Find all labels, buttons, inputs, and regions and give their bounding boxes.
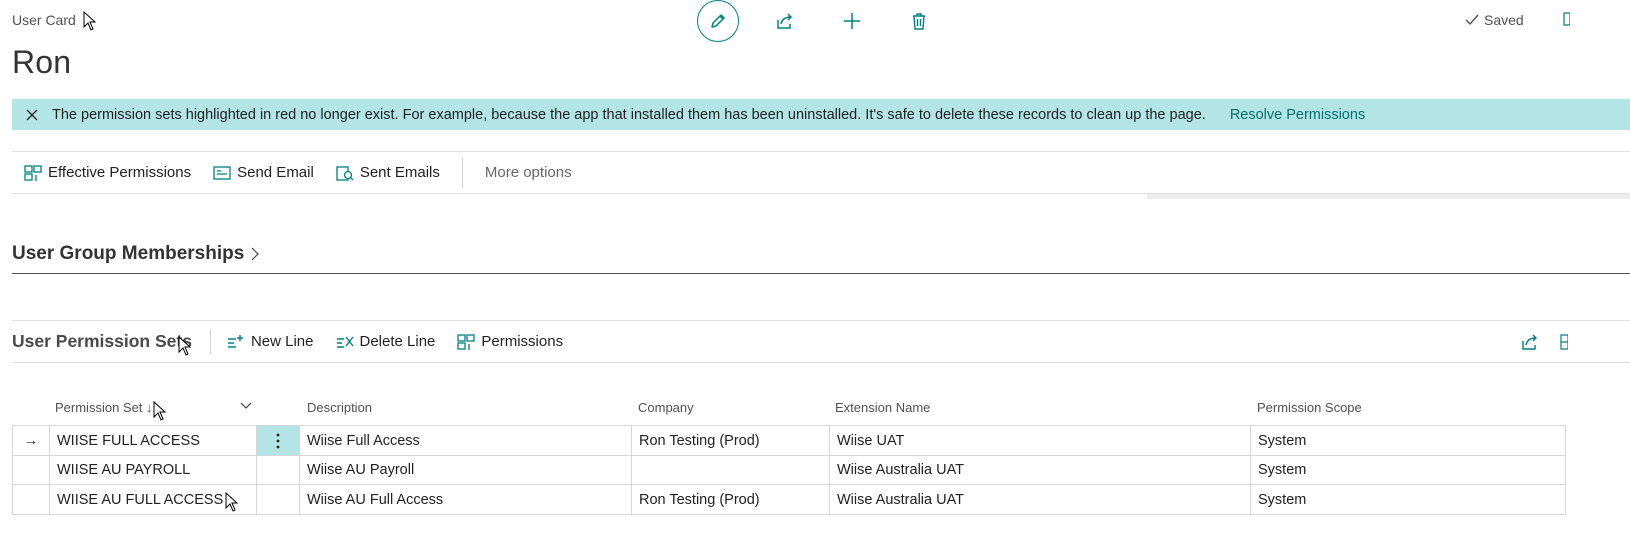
- column-permission-scope[interactable]: Permission Scope: [1257, 400, 1362, 415]
- sent-emails-icon: [336, 165, 354, 181]
- share-icon: [777, 13, 793, 29]
- dismiss-button[interactable]: [12, 109, 52, 121]
- extension-name-cell: Wiise Australia UAT: [829, 455, 1250, 485]
- breadcrumb[interactable]: User Card: [12, 12, 76, 28]
- close-icon: [26, 109, 38, 120]
- share-icon[interactable]: [1520, 333, 1540, 351]
- banner-message: The permission sets highlighted in red n…: [52, 106, 1206, 123]
- user-permission-sets-title[interactable]: User Permission Sets: [12, 331, 192, 352]
- permissions-button[interactable]: Permissions: [457, 333, 563, 351]
- trash-icon: [913, 13, 925, 30]
- new-button[interactable]: [841, 10, 863, 32]
- company-cell: Ron Testing (Prod): [631, 426, 829, 456]
- permission-scope-cell: System: [1250, 485, 1566, 515]
- table-row[interactable]: WIISE AU FULL ACCESS Wiise AU Full Acces…: [12, 485, 1566, 515]
- mouse-cursor-icon: [153, 401, 167, 421]
- saved-label: Saved: [1484, 12, 1524, 28]
- chevron-down-icon[interactable]: [240, 402, 252, 410]
- expand-icon[interactable]: [1560, 12, 1570, 26]
- permission-scope-cell: System: [1250, 455, 1566, 485]
- company-cell: [631, 455, 829, 485]
- extension-name-cell: Wiise UAT: [829, 426, 1250, 456]
- action-bar: Effective Permissions Send Email Sent Em…: [12, 151, 1630, 194]
- column-extension-name[interactable]: Extension Name: [835, 400, 930, 415]
- column-permission-set[interactable]: Permission Set ↓: [55, 400, 153, 415]
- user-group-memberships-header[interactable]: User Group Memberships: [12, 243, 260, 265]
- section-title: User Group Memberships: [12, 243, 245, 264]
- plus-icon: [844, 13, 860, 29]
- effective-permissions-button[interactable]: Effective Permissions: [24, 164, 191, 182]
- share-button[interactable]: [774, 10, 796, 32]
- section-divider: [12, 273, 1630, 274]
- kebab-menu-icon: [276, 433, 280, 448]
- table-row[interactable]: → WIISE FULL ACCESS Wiise Full Access Ro…: [12, 425, 1566, 456]
- pencil-icon: [711, 14, 725, 28]
- delete-button[interactable]: [908, 10, 930, 32]
- new-line-label: New Line: [250, 333, 314, 350]
- saved-status: Saved: [1464, 12, 1524, 28]
- delete-line-icon: [336, 336, 354, 348]
- notification-banner: The permission sets highlighted in red n…: [12, 99, 1630, 130]
- email-icon: [213, 165, 231, 180]
- new-line-button[interactable]: New Line: [227, 333, 314, 350]
- description-cell: Wiise AU Payroll: [299, 455, 631, 485]
- page-title: Ron: [12, 44, 72, 80]
- column-description[interactable]: Description: [307, 400, 372, 415]
- permissions-label: Permissions: [481, 333, 564, 350]
- horizontal-scrollbar[interactable]: [1147, 194, 1630, 199]
- permission-sets-toolbar: User Permission Sets New Line Delete Lin…: [12, 320, 1630, 363]
- resolve-permissions-link[interactable]: Resolve Permissions: [1230, 107, 1365, 123]
- divider: [461, 157, 463, 188]
- more-options-button[interactable]: More options: [485, 164, 572, 181]
- extension-name-cell: Wiise Australia UAT: [829, 485, 1250, 515]
- sort-desc-icon: ↓: [146, 400, 153, 415]
- permission-set-cell[interactable]: WIISE FULL ACCESS: [49, 426, 256, 456]
- row-actions-cell[interactable]: [256, 455, 299, 485]
- row-indicator: [12, 485, 49, 515]
- company-cell: Ron Testing (Prod): [631, 485, 829, 515]
- row-indicator: [12, 455, 49, 485]
- table-row[interactable]: WIISE AU PAYROLL Wiise AU Payroll Wiise …: [12, 455, 1566, 485]
- new-line-icon: [227, 334, 243, 348]
- divider: [209, 329, 211, 354]
- row-indicator: →: [12, 426, 49, 456]
- sent-emails-label: Sent Emails: [359, 164, 440, 181]
- description-cell: Wiise Full Access: [299, 426, 631, 456]
- checkmark-icon: [1465, 14, 1479, 26]
- row-actions-button[interactable]: [256, 426, 299, 456]
- effective-permissions-label: Effective Permissions: [48, 164, 192, 181]
- expand-icon[interactable]: [1558, 334, 1568, 350]
- permissions-icon: [24, 164, 42, 181]
- mouse-cursor-icon: [178, 336, 192, 356]
- sent-emails-button[interactable]: Sent Emails: [336, 164, 440, 182]
- table-header: Permission Set ↓ Description Company Ext…: [12, 396, 1630, 422]
- mouse-cursor-icon: [83, 11, 97, 31]
- send-email-label: Send Email: [237, 164, 314, 181]
- column-company[interactable]: Company: [638, 400, 694, 415]
- permissions-icon: [457, 333, 476, 350]
- delete-line-label: Delete Line: [359, 333, 436, 350]
- delete-line-button[interactable]: Delete Line: [336, 333, 436, 350]
- mouse-cursor-icon: [225, 492, 239, 512]
- chevron-right-icon: [251, 247, 260, 261]
- send-email-button[interactable]: Send Email: [213, 164, 314, 181]
- edit-button[interactable]: [697, 0, 739, 42]
- permission-set-cell[interactable]: WIISE AU PAYROLL: [49, 455, 256, 485]
- permission-scope-cell: System: [1250, 426, 1566, 456]
- description-cell: Wiise AU Full Access: [299, 485, 631, 515]
- column-label: Permission Set: [55, 400, 143, 415]
- row-actions-cell[interactable]: [256, 485, 299, 515]
